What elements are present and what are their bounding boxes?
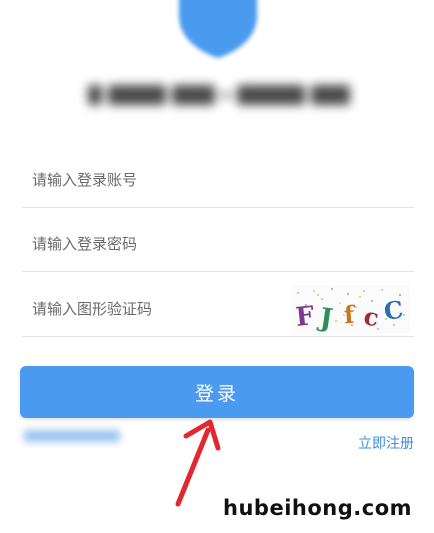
register-link[interactable]: 立即注册 [358, 433, 414, 453]
captcha-field-row: F J f c C [22, 281, 414, 337]
login-screen: F J f c C 登录 立即注册 hubeihong.com [0, 0, 434, 533]
password-field-row [22, 216, 414, 272]
account-field-row [22, 152, 414, 208]
watermark-text: hubeihong.com [223, 496, 412, 520]
annotation-arrow-icon [175, 419, 221, 507]
account-input[interactable] [32, 164, 282, 196]
captcha-char-1: F [294, 301, 316, 333]
captcha-char-3: f [343, 300, 357, 330]
captcha-input[interactable] [32, 293, 282, 325]
login-button[interactable]: 登录 [20, 366, 414, 418]
app-title-blurred [88, 80, 350, 110]
password-input[interactable] [32, 228, 282, 260]
captcha-char-5: C [382, 295, 405, 326]
shield-icon [179, 0, 257, 58]
captcha-char-2: J [316, 303, 334, 333]
captcha-char-4: c [362, 301, 381, 332]
captcha-image[interactable]: F J f c C [292, 285, 410, 333]
forgot-password-link-blurred[interactable] [24, 430, 120, 442]
